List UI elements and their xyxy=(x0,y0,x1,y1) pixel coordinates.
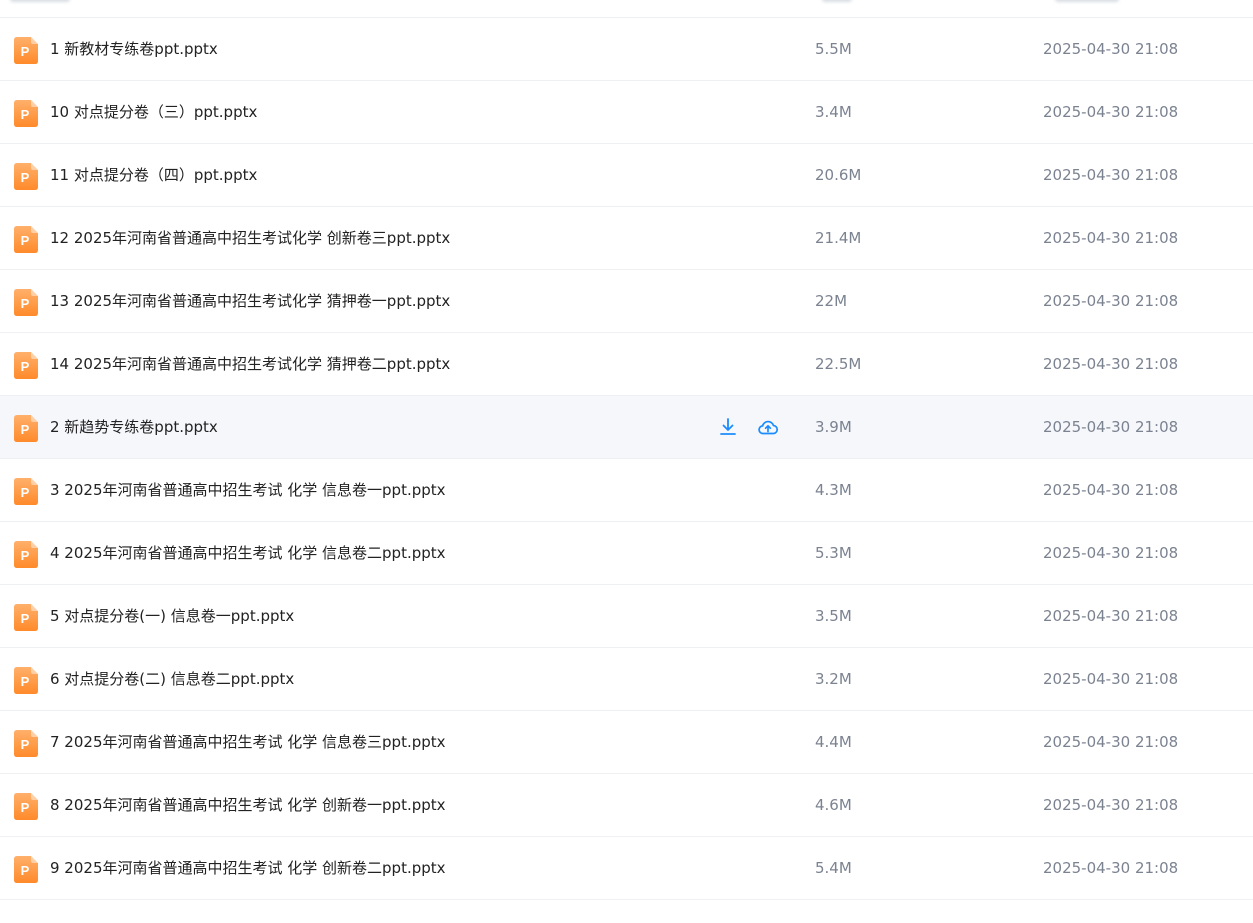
file-modified-date: 2025-04-30 21:08 xyxy=(1043,733,1179,751)
save-to-cloud-button[interactable] xyxy=(756,415,780,439)
file-row[interactable]: P 7 2025年河南省普通高中招生考试 化学 信息卷三ppt.pptx 4.4… xyxy=(0,711,1253,774)
svg-text:P: P xyxy=(21,233,30,248)
file-row[interactable]: P 6 对点提分卷(二) 信息卷二ppt.pptx 3.2M 2025-04-3… xyxy=(0,648,1253,711)
ppt-file-icon: P xyxy=(14,415,38,442)
ppt-file-icon: P xyxy=(14,541,38,568)
file-modified-date: 2025-04-30 21:08 xyxy=(1043,103,1179,121)
file-size: 21.4M xyxy=(815,229,862,247)
svg-text:P: P xyxy=(21,422,30,437)
file-name[interactable]: 8 2025年河南省普通高中招生考试 化学 创新卷一ppt.pptx xyxy=(50,774,446,837)
ppt-file-icon: P xyxy=(14,604,38,631)
file-modified-date: 2025-04-30 21:08 xyxy=(1043,40,1179,58)
file-size: 5.5M xyxy=(815,40,852,58)
file-name[interactable]: 3 2025年河南省普通高中招生考试 化学 信息卷一ppt.pptx xyxy=(50,459,446,522)
file-modified-date: 2025-04-30 21:08 xyxy=(1043,355,1179,373)
svg-text:P: P xyxy=(21,863,30,878)
file-size: 22M xyxy=(815,292,848,310)
file-rows: P 1 新教材专练卷ppt.pptx 5.5M 2025-04-30 21:08 xyxy=(0,18,1253,900)
file-row[interactable]: P 4 2025年河南省普通高中招生考试 化学 信息卷二ppt.pptx 5.3… xyxy=(0,522,1253,585)
file-name[interactable]: 9 2025年河南省普通高中招生考试 化学 创新卷二ppt.pptx xyxy=(50,837,446,900)
file-name[interactable]: 7 2025年河南省普通高中招生考试 化学 信息卷三ppt.pptx xyxy=(50,711,446,774)
svg-text:P: P xyxy=(21,296,30,311)
file-row[interactable]: P 1 新教材专练卷ppt.pptx 5.5M 2025-04-30 21:08 xyxy=(0,18,1253,81)
file-size: 3.2M xyxy=(815,670,852,688)
ppt-file-icon: P xyxy=(14,289,38,316)
file-size: 3.5M xyxy=(815,607,852,625)
date-column-header[interactable] xyxy=(1055,0,1119,2)
svg-text:P: P xyxy=(21,107,30,122)
svg-text:P: P xyxy=(21,737,30,752)
size-column-header[interactable] xyxy=(822,0,852,2)
ppt-file-icon: P xyxy=(14,856,38,883)
file-row[interactable]: P 2 新趋势专练卷ppt.pptx 3.9M 2025-04-30 21:08 xyxy=(0,396,1253,459)
file-name[interactable]: 10 对点提分卷（三）ppt.pptx xyxy=(50,81,257,144)
svg-text:P: P xyxy=(21,170,30,185)
download-button[interactable] xyxy=(716,415,740,439)
file-size: 5.4M xyxy=(815,859,852,877)
file-modified-date: 2025-04-30 21:08 xyxy=(1043,166,1179,184)
ppt-file-icon: P xyxy=(14,730,38,757)
file-name[interactable]: 12 2025年河南省普通高中招生考试化学 创新卷三ppt.pptx xyxy=(50,207,450,270)
svg-text:P: P xyxy=(21,800,30,815)
file-name[interactable]: 14 2025年河南省普通高中招生考试化学 猜押卷二ppt.pptx xyxy=(50,333,450,396)
svg-text:P: P xyxy=(21,485,30,500)
file-modified-date: 2025-04-30 21:08 xyxy=(1043,796,1179,814)
svg-text:P: P xyxy=(21,611,30,626)
file-list: P 1 新教材专练卷ppt.pptx 5.5M 2025-04-30 21:08 xyxy=(0,0,1253,900)
file-row[interactable]: P 11 对点提分卷（四）ppt.pptx 20.6M 2025-04-30 2… xyxy=(0,144,1253,207)
svg-text:P: P xyxy=(21,548,30,563)
file-name[interactable]: 13 2025年河南省普通高中招生考试化学 猜押卷一ppt.pptx xyxy=(50,270,450,333)
file-row[interactable]: P 12 2025年河南省普通高中招生考试化学 创新卷三ppt.pptx 21.… xyxy=(0,207,1253,270)
file-size: 5.3M xyxy=(815,544,852,562)
ppt-file-icon: P xyxy=(14,352,38,379)
file-size: 3.4M xyxy=(815,103,852,121)
file-modified-date: 2025-04-30 21:08 xyxy=(1043,670,1179,688)
ppt-file-icon: P xyxy=(14,163,38,190)
svg-text:P: P xyxy=(21,44,30,59)
file-modified-date: 2025-04-30 21:08 xyxy=(1043,229,1179,247)
file-name[interactable]: 4 2025年河南省普通高中招生考试 化学 信息卷二ppt.pptx xyxy=(50,522,446,585)
file-size: 22.5M xyxy=(815,355,862,373)
file-row[interactable]: P 3 2025年河南省普通高中招生考试 化学 信息卷一ppt.pptx 4.3… xyxy=(0,459,1253,522)
ppt-file-icon: P xyxy=(14,226,38,253)
file-modified-date: 2025-04-30 21:08 xyxy=(1043,292,1179,310)
ppt-file-icon: P xyxy=(14,478,38,505)
file-modified-date: 2025-04-30 21:08 xyxy=(1043,544,1179,562)
file-row[interactable]: P 13 2025年河南省普通高中招生考试化学 猜押卷一ppt.pptx 22M… xyxy=(0,270,1253,333)
file-row[interactable]: P 14 2025年河南省普通高中招生考试化学 猜押卷二ppt.pptx 22.… xyxy=(0,333,1253,396)
file-size: 4.3M xyxy=(815,481,852,499)
file-row[interactable]: P 10 对点提分卷（三）ppt.pptx 3.4M 2025-04-30 21… xyxy=(0,81,1253,144)
file-modified-date: 2025-04-30 21:08 xyxy=(1043,418,1179,436)
ppt-file-icon: P xyxy=(14,100,38,127)
file-row[interactable]: P 8 2025年河南省普通高中招生考试 化学 创新卷一ppt.pptx 4.6… xyxy=(0,774,1253,837)
svg-text:P: P xyxy=(21,674,30,689)
file-name[interactable]: 1 新教材专练卷ppt.pptx xyxy=(50,18,218,81)
cloud-upload-icon xyxy=(758,420,779,435)
file-modified-date: 2025-04-30 21:08 xyxy=(1043,607,1179,625)
download-icon xyxy=(720,418,736,435)
file-modified-date: 2025-04-30 21:08 xyxy=(1043,481,1179,499)
list-header xyxy=(0,0,1253,18)
file-row[interactable]: P 9 2025年河南省普通高中招生考试 化学 创新卷二ppt.pptx 5.4… xyxy=(0,837,1253,900)
ppt-file-icon: P xyxy=(14,793,38,820)
name-column-header[interactable] xyxy=(10,0,70,2)
file-name[interactable]: 6 对点提分卷(二) 信息卷二ppt.pptx xyxy=(50,648,294,711)
file-name[interactable]: 11 对点提分卷（四）ppt.pptx xyxy=(50,144,257,207)
file-size: 4.6M xyxy=(815,796,852,814)
file-size: 3.9M xyxy=(815,418,852,436)
file-name[interactable]: 2 新趋势专练卷ppt.pptx xyxy=(50,396,218,459)
file-row[interactable]: P 5 对点提分卷(一) 信息卷一ppt.pptx 3.5M 2025-04-3… xyxy=(0,585,1253,648)
file-size: 20.6M xyxy=(815,166,862,184)
svg-text:P: P xyxy=(21,359,30,374)
ppt-file-icon: P xyxy=(14,37,38,64)
ppt-file-icon: P xyxy=(14,667,38,694)
file-size: 4.4M xyxy=(815,733,852,751)
file-modified-date: 2025-04-30 21:08 xyxy=(1043,859,1179,877)
file-name[interactable]: 5 对点提分卷(一) 信息卷一ppt.pptx xyxy=(50,585,294,648)
